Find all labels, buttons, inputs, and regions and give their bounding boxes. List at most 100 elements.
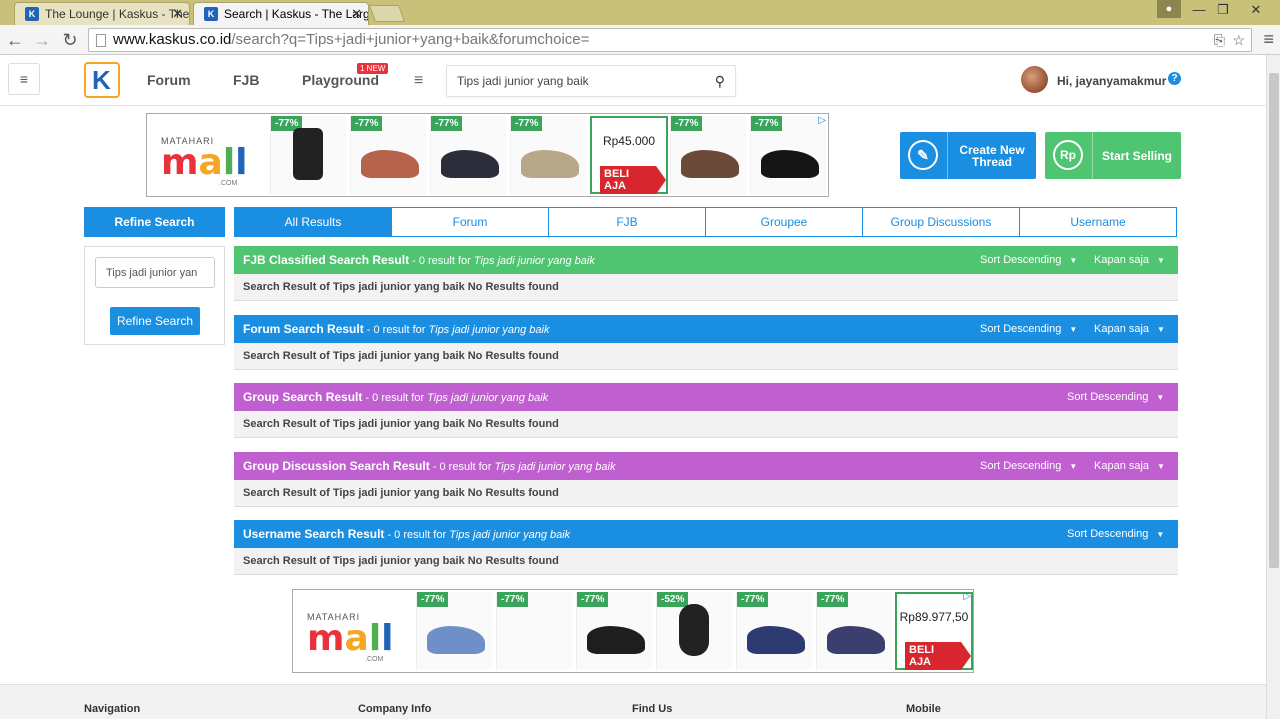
adchoices-icon[interactable]: ▷ (963, 591, 971, 602)
forward-icon[interactable]: → (31, 29, 53, 51)
ad-product[interactable]: -77% (576, 592, 652, 670)
ad-product[interactable]: -77% (416, 592, 492, 670)
kaskus-favicon-icon: K (204, 7, 218, 21)
bookmark-star-icon[interactable]: ☆ (1232, 32, 1245, 49)
browser-tab-search[interactable]: K Search | Kaskus - The Larg ✕ (193, 2, 369, 25)
url-path: /search?q=Tips+jadi+junior+yang+baik&for… (231, 31, 590, 48)
ad-buy-cta[interactable]: Rp89.977,50 BELI AJA (895, 592, 973, 670)
section-title: Group Discussion Search Result (243, 459, 430, 473)
tab-group-discussions[interactable]: Group Discussions (863, 208, 1020, 236)
search-icon[interactable]: ⚲ (715, 73, 725, 90)
time-dropdown[interactable]: Kapan saja ▼ (1094, 452, 1165, 481)
user-profile-icon[interactable]: ● (1157, 0, 1181, 18)
sort-dropdown[interactable]: Sort Descending ▼ (1067, 383, 1164, 412)
ad-product[interactable]: -77% (430, 116, 506, 194)
tab-username[interactable]: Username (1020, 208, 1176, 236)
back-icon[interactable]: ← (4, 29, 26, 51)
create-thread-button[interactable]: ✎ Create New Thread (900, 132, 1036, 179)
nav-forum[interactable]: Forum (147, 72, 191, 88)
translate-icon[interactable]: ⎘ (1214, 32, 1225, 49)
matahari-mall-logo: MATAHARI mall .COM (161, 136, 261, 187)
reload-icon[interactable]: ↻ (59, 29, 81, 51)
ad-product[interactable]: -52% (656, 592, 732, 670)
minimize-icon[interactable]: — (1190, 0, 1208, 20)
help-icon[interactable]: ? (1168, 72, 1181, 85)
user-greeting[interactable]: Hi, jayanyamakmur (1057, 74, 1166, 88)
category-menu-icon[interactable]: ≡ (414, 72, 423, 90)
sort-dropdown[interactable]: Sort Descending ▼ (1067, 520, 1164, 549)
sort-dropdown[interactable]: Sort Descending ▼ (980, 452, 1077, 481)
create-thread-label: Create New Thread (959, 142, 1025, 169)
footer-company-info: Company Info (358, 703, 432, 715)
search-input[interactable]: Tips jadi junior yang baik ⚲ (446, 65, 736, 97)
refine-search-panel: Tips jadi junior yan Refine Search (84, 246, 225, 345)
start-selling-button[interactable]: Rp Start Selling (1045, 132, 1181, 179)
section-title: Group Search Result (243, 390, 363, 404)
buy-button[interactable]: BELI AJA (905, 642, 971, 670)
ad-product[interactable]: -77% (270, 116, 346, 194)
result-query: Tips jadi junior yang baik (428, 324, 550, 336)
result-query: Tips jadi junior yang baik (427, 392, 549, 404)
ad-product[interactable]: -77% (750, 116, 826, 194)
tab-fjb[interactable]: FJB (549, 208, 706, 236)
shoe-image (587, 626, 645, 654)
footer-mobile: Mobile (906, 703, 941, 715)
result-count: - 0 result for (362, 392, 428, 404)
shoe-image (827, 626, 885, 654)
tab-forum[interactable]: Forum (392, 208, 549, 236)
ad-buy-cta[interactable]: Rp45.000 BELI AJA (590, 116, 668, 194)
shoe-image (747, 626, 805, 654)
nav-playground[interactable]: Playground (302, 72, 379, 88)
page-scrollbar[interactable] (1266, 55, 1280, 719)
caret-down-icon: ▼ (1156, 530, 1165, 539)
ad-banner-bottom[interactable]: MATAHARI mall .COM -77% -77% -77% -52% -… (292, 589, 974, 673)
result-count: - 0 result for (429, 461, 495, 473)
adchoices-icon[interactable]: ▷ (818, 115, 826, 126)
refine-search-input[interactable]: Tips jadi junior yan (95, 257, 215, 288)
tab-title: Search | Kaskus - The Larg (224, 7, 369, 21)
ad-banner-top[interactable]: MATAHARI mall .COM -77% -77% -77% -77% R… (146, 113, 829, 197)
discount-badge: -77% (817, 592, 849, 607)
forum-result-header: Forum Search Result - 0 result for Tips … (234, 315, 1178, 343)
result-count: - 0 result for (363, 324, 429, 336)
chrome-menu-icon[interactable]: ≡ (1263, 29, 1274, 50)
browser-tab-lounge[interactable]: K The Lounge | Kaskus - The ✕ (14, 2, 190, 25)
fjb-result-body: Search Result of Tips jadi junior yang b… (234, 274, 1178, 301)
username-result-header: Username Search Result - 0 result for Ti… (234, 520, 1178, 548)
time-dropdown[interactable]: Kapan saja ▼ (1094, 315, 1165, 344)
result-query: Tips jadi junior yang baik (473, 255, 595, 267)
group-discussion-result-header: Group Discussion Search Result - 0 resul… (234, 452, 1178, 480)
new-badge: 1 NEW (357, 63, 389, 74)
tab-groupee[interactable]: Groupee (706, 208, 863, 236)
address-bar[interactable]: www.kaskus.co.id/search?q=Tips+jadi+juni… (88, 28, 1252, 52)
nav-fjb[interactable]: FJB (233, 72, 259, 88)
tab-close-icon[interactable]: ✕ (351, 6, 362, 22)
scroll-thumb[interactable] (1269, 73, 1279, 568)
logo-letter: K (92, 65, 111, 95)
ad-product[interactable]: -77% (816, 592, 892, 670)
avatar[interactable] (1021, 66, 1048, 93)
ad-product[interactable]: -77% (350, 116, 426, 194)
ad-product[interactable]: -77% (510, 116, 586, 194)
ad-product[interactable]: -77% (670, 116, 746, 194)
ad-product[interactable]: -77% (736, 592, 812, 670)
tab-close-icon[interactable]: ✕ (172, 6, 183, 22)
buy-button[interactable]: BELI AJA (600, 166, 666, 194)
side-menu-icon[interactable]: ≡ (8, 63, 40, 95)
matahari-mall-logo: MATAHARI mall .COM (307, 612, 407, 663)
new-tab-button[interactable] (368, 5, 406, 22)
tab-all-results[interactable]: All Results (235, 208, 392, 236)
caret-down-icon: ▼ (1157, 325, 1165, 334)
maximize-icon[interactable]: ❐ (1214, 0, 1232, 20)
sort-dropdown[interactable]: Sort Descending ▼ (980, 315, 1077, 344)
window-close-icon[interactable]: ✕ (1245, 0, 1267, 20)
username-result-body: Search Result of Tips jadi junior yang b… (234, 548, 1178, 575)
refine-search-button[interactable]: Refine Search (110, 307, 200, 335)
kaskus-logo[interactable]: K (84, 62, 120, 98)
caret-down-icon: ▼ (1157, 256, 1165, 265)
time-dropdown[interactable]: Kapan saja ▼ (1094, 246, 1165, 275)
url-host: www.kaskus.co.id (113, 31, 232, 48)
ad-product[interactable]: -77% (496, 592, 572, 670)
caret-down-icon: ▼ (1157, 462, 1165, 471)
sort-dropdown[interactable]: Sort Descending ▼ (980, 246, 1077, 275)
